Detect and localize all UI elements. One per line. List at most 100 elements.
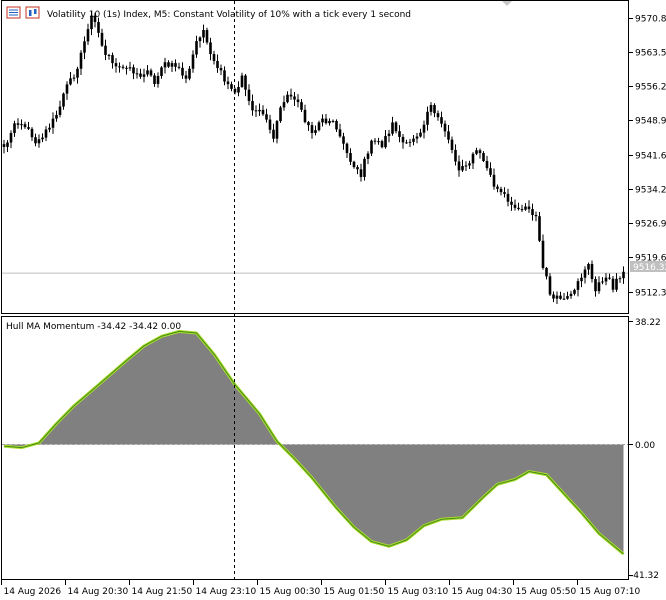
- candle-body: [573, 289, 576, 294]
- candle-body: [513, 204, 517, 208]
- candle-body: [156, 75, 160, 84]
- price-tick-label: 9556.22: [635, 83, 666, 93]
- candle-body: [20, 124, 23, 126]
- candle: [321, 114, 324, 127]
- candle: [622, 266, 625, 284]
- candle: [300, 99, 303, 112]
- candle: [562, 293, 566, 300]
- candle: [174, 59, 177, 72]
- candle-body: [65, 84, 69, 94]
- candle-body: [359, 169, 363, 177]
- candle-body: [622, 271, 625, 279]
- candle: [184, 70, 188, 84]
- chart-canvas[interactable]: Volatility 10 (1s) Index, M5: Constant V…: [0, 0, 666, 597]
- candle-body: [198, 37, 202, 42]
- candle-body: [83, 41, 86, 53]
- candle-body: [296, 99, 300, 103]
- candle: [398, 125, 401, 143]
- candle: [583, 266, 587, 284]
- candle-body: [387, 133, 391, 137]
- candle-body: [447, 131, 450, 140]
- candles-chart-icon[interactable]: [25, 6, 40, 19]
- indicator-max-label: 38.22: [635, 318, 661, 328]
- candle: [576, 278, 580, 297]
- candle: [65, 81, 69, 100]
- candle-body: [391, 122, 394, 134]
- candle: [426, 106, 429, 131]
- candle: [310, 121, 314, 139]
- candle-body: [177, 66, 181, 68]
- candle-body: [405, 142, 408, 144]
- candle-body: [135, 73, 139, 75]
- candle-body: [398, 131, 401, 137]
- candle: [153, 73, 156, 87]
- candle: [597, 276, 601, 294]
- candle-body: [615, 278, 618, 290]
- candle-body: [160, 67, 163, 76]
- candle-body: [149, 70, 153, 76]
- candle-body: [594, 279, 597, 292]
- candle: [41, 133, 44, 143]
- candle: [615, 273, 618, 292]
- candle-body: [303, 109, 307, 123]
- candle: [447, 125, 450, 144]
- candle: [405, 139, 408, 144]
- candle: [195, 35, 198, 58]
- candle: [244, 74, 247, 97]
- candle: [496, 184, 499, 193]
- bars-list-icon[interactable]: [6, 6, 21, 19]
- candle-body: [478, 150, 482, 154]
- candle: [286, 91, 289, 104]
- time-axis[interactable]: 14 Aug 2026 14 Aug 20:30 14 Aug 21:50 14 Au…: [1, 580, 641, 597]
- candle: [142, 68, 146, 83]
- candle-body: [184, 75, 188, 79]
- candle: [461, 159, 464, 172]
- candle: [359, 163, 363, 182]
- candle-body: [307, 122, 310, 126]
- candle-body: [37, 139, 41, 144]
- candle-body: [604, 277, 608, 282]
- candle-body: [254, 110, 258, 112]
- candle-body: [16, 123, 20, 125]
- candle: [20, 119, 23, 130]
- candle: [464, 161, 468, 171]
- candle: [499, 186, 503, 196]
- candle-body: [114, 63, 118, 67]
- candle-body: [76, 68, 79, 78]
- candle: [27, 121, 30, 130]
- candle: [107, 53, 111, 60]
- candle-body: [69, 78, 72, 85]
- candle-body: [104, 45, 107, 55]
- candle: [212, 50, 216, 65]
- candle-body: [450, 139, 454, 150]
- indicator-axis[interactable]: 38.22 0.00 -41.32: [629, 318, 661, 581]
- candle-body: [226, 81, 230, 85]
- chart-shift-marker[interactable]: [502, 1, 512, 6]
- candle: [345, 142, 349, 158]
- candle-body: [534, 215, 538, 217]
- time-tick-label: 15 Aug 01:50: [324, 587, 385, 597]
- candle: [380, 139, 384, 149]
- candle: [118, 62, 121, 73]
- price-axis[interactable]: 9570.84 9563.53 9556.22 9548.91 9541.60 9534.…: [629, 15, 666, 299]
- candle-body: [9, 133, 13, 143]
- candle: [366, 151, 370, 165]
- candle: [34, 133, 37, 147]
- candle-body: [244, 75, 247, 90]
- candle: [324, 113, 328, 125]
- candle: [475, 147, 478, 156]
- candle: [492, 168, 496, 190]
- candle: [114, 58, 118, 73]
- candle-body: [195, 41, 198, 55]
- candle: [237, 81, 240, 97]
- candle: [328, 118, 331, 126]
- candle: [104, 39, 107, 61]
- candle: [555, 291, 559, 304]
- candle: [485, 155, 489, 171]
- candle: [384, 130, 387, 149]
- candle: [13, 120, 16, 137]
- candle: [55, 110, 58, 122]
- candle: [139, 68, 142, 79]
- price-tick-label: 9541.60: [635, 152, 666, 162]
- candle-body: [167, 62, 170, 67]
